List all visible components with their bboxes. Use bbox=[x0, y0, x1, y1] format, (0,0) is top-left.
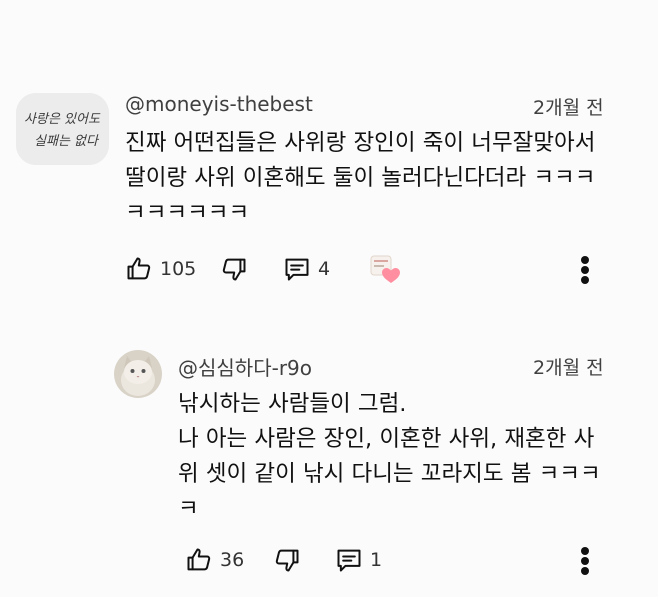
like-count: 36 bbox=[220, 549, 245, 571]
comment-2: @심심하다-r9o 2개월 전 낚시하는 사람들이 그럼. 나 아는 사람은 장… bbox=[0, 300, 658, 597]
thumb-down-icon bbox=[275, 549, 299, 572]
like-count: 105 bbox=[160, 258, 197, 280]
like-button[interactable]: 105 bbox=[125, 249, 196, 289]
comment-text: 진짜 어떤집들은 사위랑 장인이 죽이 너무잘맞아서 딸이랑 사위 이혼해도 둘… bbox=[125, 130, 596, 226]
like-button[interactable]: 36 bbox=[185, 540, 244, 580]
comment-text: 낚시하는 사람들이 그럼. 나 아는 사람은 장인, 이혼한 사위, 재혼한 사… bbox=[178, 391, 601, 522]
comment-1: 사랑은 있어도 실패는 없다 @moneyis-thebest 2개월 전 진짜… bbox=[0, 0, 658, 300]
comment-actions: 105 4 bbox=[125, 249, 645, 289]
comment-time: 2개월 전 bbox=[533, 357, 604, 379]
more-vertical-icon bbox=[581, 256, 589, 264]
more-vertical-icon bbox=[581, 547, 589, 555]
avatar-text-line-2: 실패는 없다 bbox=[34, 134, 100, 149]
avatar-text-line-1: 사랑은 있어도 bbox=[24, 112, 101, 127]
dislike-button[interactable] bbox=[220, 249, 248, 289]
thumb-up-icon bbox=[187, 548, 211, 571]
dislike-button[interactable] bbox=[273, 540, 301, 580]
reply-count: 4 bbox=[318, 258, 331, 280]
reply-icon bbox=[285, 258, 309, 281]
thumb-down-icon bbox=[222, 258, 246, 281]
more-options-button[interactable] bbox=[575, 249, 595, 289]
avatar[interactable]: 사랑은 있어도 실패는 없다 bbox=[16, 93, 109, 165]
comment-actions: 36 1 bbox=[185, 540, 645, 580]
avatar-image: 사랑은 있어도 실패는 없다 bbox=[16, 93, 109, 165]
creator-heart-icon bbox=[370, 255, 400, 283]
reply-button[interactable]: 1 bbox=[335, 540, 382, 580]
comment-author[interactable]: @moneyis-thebest bbox=[125, 92, 313, 116]
reply-button[interactable]: 4 bbox=[283, 249, 330, 289]
comment-time: 2개월 전 bbox=[533, 97, 604, 119]
thumb-up-icon bbox=[127, 257, 151, 280]
cat-avatar-image bbox=[114, 350, 162, 398]
reply-count: 1 bbox=[370, 549, 383, 571]
reply-icon bbox=[337, 549, 361, 572]
more-options-button[interactable] bbox=[575, 540, 595, 580]
creator-heart bbox=[369, 249, 401, 289]
comment-author[interactable]: @심심하다-r9o bbox=[178, 352, 312, 381]
avatar[interactable] bbox=[114, 350, 162, 398]
